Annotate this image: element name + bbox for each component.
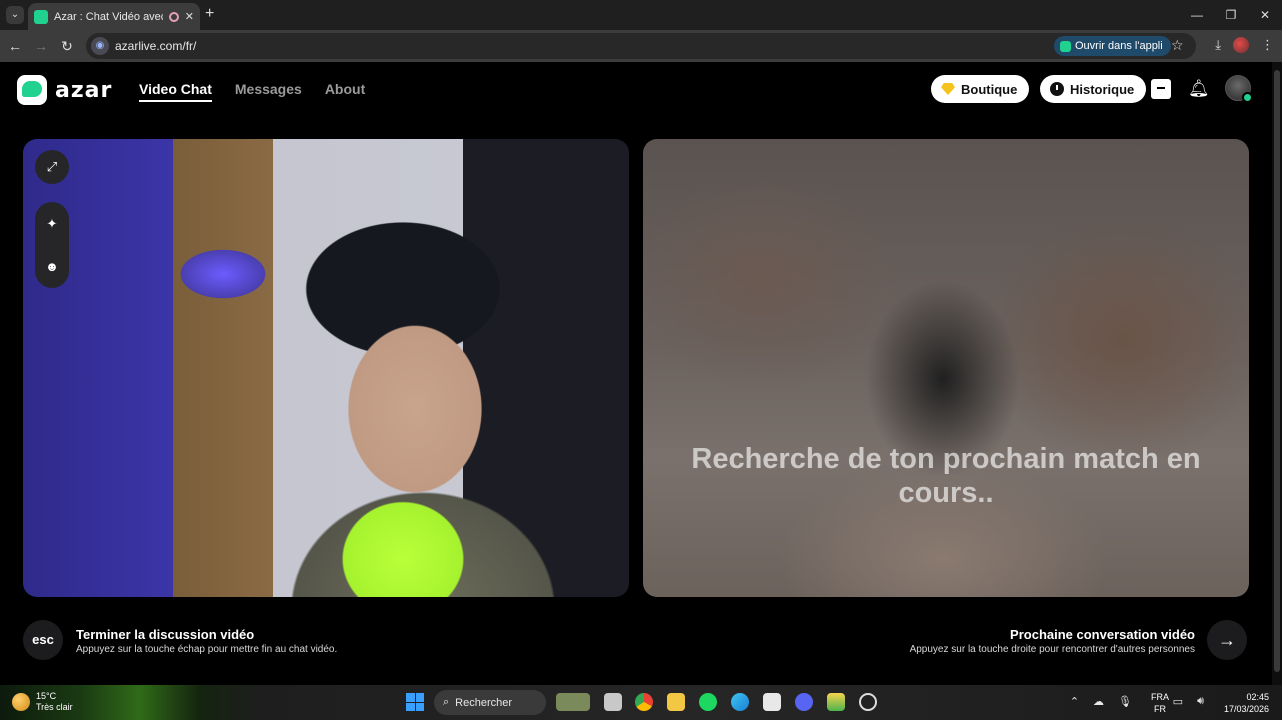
historique-button[interactable]: Historique bbox=[1040, 75, 1147, 103]
store-icon[interactable] bbox=[763, 693, 781, 711]
next-chat-hint: Appuyez sur la touche droite pour rencon… bbox=[909, 644, 1195, 655]
weather-condition: Très clair bbox=[36, 702, 73, 712]
weather-temp: 15°C bbox=[36, 691, 57, 701]
new-tab-icon[interactable]: + bbox=[205, 6, 214, 22]
end-chat-title: Terminer la discussion vidéo bbox=[76, 627, 255, 642]
scrollbar-thumb[interactable] bbox=[1274, 70, 1280, 672]
tab-close-icon[interactable]: ✕ bbox=[185, 10, 194, 23]
network-volume-tray: ▭ 🔊︎ bbox=[1173, 695, 1204, 708]
restore-icon[interactable]: ❐ bbox=[1214, 0, 1248, 30]
inbox-icon[interactable] bbox=[1151, 79, 1171, 99]
next-chat-title: Prochaine conversation vidéo bbox=[1010, 627, 1195, 642]
arrow-right-icon: → bbox=[1218, 630, 1236, 650]
task-view-icon[interactable] bbox=[604, 693, 622, 711]
expand-toolbar: ⤢ bbox=[35, 150, 69, 184]
clock-date: 17/03/2026 bbox=[1223, 704, 1269, 714]
azar-logo[interactable]: azar bbox=[17, 75, 112, 105]
taskbar-search[interactable]: ⌕ Rechercher bbox=[434, 690, 546, 715]
main-nav: Video Chat Messages About bbox=[139, 81, 365, 102]
window-controls: — ❐ ✕ bbox=[1180, 0, 1282, 30]
tab-title: Azar : Chat Vidéo avec de n bbox=[54, 10, 163, 23]
reload-icon[interactable]: ↻ bbox=[58, 37, 76, 55]
bluestacks-icon[interactable] bbox=[827, 693, 845, 711]
end-chat-button[interactable]: esc bbox=[23, 620, 63, 660]
azar-logo-text: azar bbox=[55, 77, 113, 103]
face-filter-icon[interactable]: ☻ bbox=[44, 259, 60, 275]
url-text: azarlive.com/fr/ bbox=[115, 39, 197, 53]
azar-page: azar Video Chat Messages About Boutique … bbox=[0, 62, 1282, 685]
boutique-button[interactable]: Boutique bbox=[931, 75, 1030, 103]
weather-widget[interactable]: 15°C Très clair bbox=[12, 691, 73, 713]
azar-favicon-icon bbox=[34, 9, 48, 24]
azar-logo-icon bbox=[17, 75, 47, 105]
weather-icon bbox=[12, 693, 30, 711]
extension-icon[interactable] bbox=[1233, 37, 1249, 53]
magic-wand-icon[interactable]: ✦ bbox=[44, 216, 60, 232]
keyboard-layout: FR bbox=[1154, 704, 1166, 714]
file-explorer-icon[interactable] bbox=[667, 693, 685, 711]
self-video-panel: ⤢ ✦ ☻ bbox=[23, 139, 629, 597]
input-language[interactable]: FRA FR bbox=[1151, 691, 1169, 715]
minimize-icon[interactable]: — bbox=[1180, 0, 1214, 30]
volume-icon[interactable]: 🔊︎ bbox=[1197, 695, 1204, 708]
windows-taskbar: 15°C Très clair ⌕ Rechercher ⌃ ☁ 🎙︎ FRA … bbox=[0, 685, 1282, 720]
matching-status-text: Recherche de ton prochain match en cours… bbox=[691, 443, 1201, 509]
partner-video-panel: Recherche de ton prochain match en cours… bbox=[643, 139, 1249, 597]
boutique-label: Boutique bbox=[961, 81, 1018, 97]
nav-messages[interactable]: Messages bbox=[235, 81, 302, 102]
browser-tab[interactable]: Azar : Chat Vidéo avec de n ✕ bbox=[28, 3, 200, 30]
close-window-icon[interactable]: ✕ bbox=[1248, 0, 1282, 30]
tray-chevron-icon[interactable]: ⌃ bbox=[1070, 695, 1079, 708]
forward-icon[interactable]: → bbox=[32, 37, 50, 55]
search-icon: ⌕ bbox=[443, 696, 450, 708]
azar-app-icon bbox=[1060, 40, 1071, 52]
system-tray: ⌃ ☁ 🎙︎ bbox=[1070, 695, 1132, 708]
download-icon[interactable]: ⤓ bbox=[1215, 37, 1221, 53]
menu-kebab-icon[interactable]: ⋮ bbox=[1261, 37, 1274, 53]
spotify-icon[interactable] bbox=[699, 693, 717, 711]
language-code: FRA bbox=[1151, 692, 1169, 702]
browser-toolbar: ← → ↻ ◉ azarlive.com/fr/ Ouvrir dans l'a… bbox=[0, 30, 1282, 62]
user-avatar[interactable] bbox=[1225, 75, 1253, 103]
recording-icon bbox=[168, 11, 179, 22]
back-icon[interactable]: ← bbox=[6, 37, 24, 55]
nav-video-chat[interactable]: Video Chat bbox=[139, 81, 212, 102]
chrome-icon[interactable] bbox=[635, 693, 653, 711]
edge-icon[interactable] bbox=[731, 693, 749, 711]
start-menu-icon[interactable] bbox=[406, 693, 424, 711]
open-in-app-label: Ouvrir dans l'appli bbox=[1075, 40, 1163, 52]
address-bar[interactable]: ◉ azarlive.com/fr/ Ouvrir dans l'appli ☆ bbox=[86, 33, 1196, 59]
browser-tab-bar: ⌄ Azar : Chat Vidéo avec de n ✕ + — ❐ ✕ bbox=[0, 0, 1282, 30]
page-scrollbar[interactable] bbox=[1272, 62, 1282, 685]
next-chat-button[interactable]: → bbox=[1207, 620, 1247, 660]
toolbar-actions: ⤓ ⋮ bbox=[1215, 37, 1274, 53]
taskbar-clock[interactable]: 02:45 17/03/2026 bbox=[1221, 691, 1269, 715]
clock-time: 02:45 bbox=[1246, 692, 1269, 702]
network-icon[interactable]: ▭ bbox=[1173, 695, 1183, 708]
widget-thumbnail-icon[interactable] bbox=[556, 693, 590, 711]
end-chat-hint: Appuyez sur la touche échap pour mettre … bbox=[76, 644, 338, 655]
obs-icon[interactable] bbox=[859, 693, 877, 711]
gem-icon bbox=[941, 83, 955, 95]
nav-about[interactable]: About bbox=[325, 81, 365, 102]
discord-icon[interactable] bbox=[795, 693, 813, 711]
site-info-icon[interactable]: ◉ bbox=[91, 37, 109, 55]
effects-toolbar: ✦ ☻ bbox=[35, 202, 69, 288]
microphone-icon[interactable]: 🎙︎ bbox=[1118, 695, 1132, 708]
open-in-app-button[interactable]: Ouvrir dans l'appli bbox=[1054, 36, 1171, 56]
historique-label: Historique bbox=[1070, 81, 1135, 97]
taskbar-search-placeholder: Rechercher bbox=[455, 696, 513, 709]
tab-search-icon[interactable]: ⌄ bbox=[6, 6, 24, 24]
bell-icon[interactable]: 🔔︎ bbox=[1188, 79, 1210, 99]
cloud-icon[interactable]: ☁ bbox=[1093, 695, 1104, 708]
bookmark-star-icon[interactable]: ☆ bbox=[1171, 37, 1184, 54]
clock-icon bbox=[1050, 82, 1064, 96]
online-status-dot bbox=[1242, 92, 1253, 103]
expand-icon[interactable]: ⤢ bbox=[44, 159, 60, 175]
